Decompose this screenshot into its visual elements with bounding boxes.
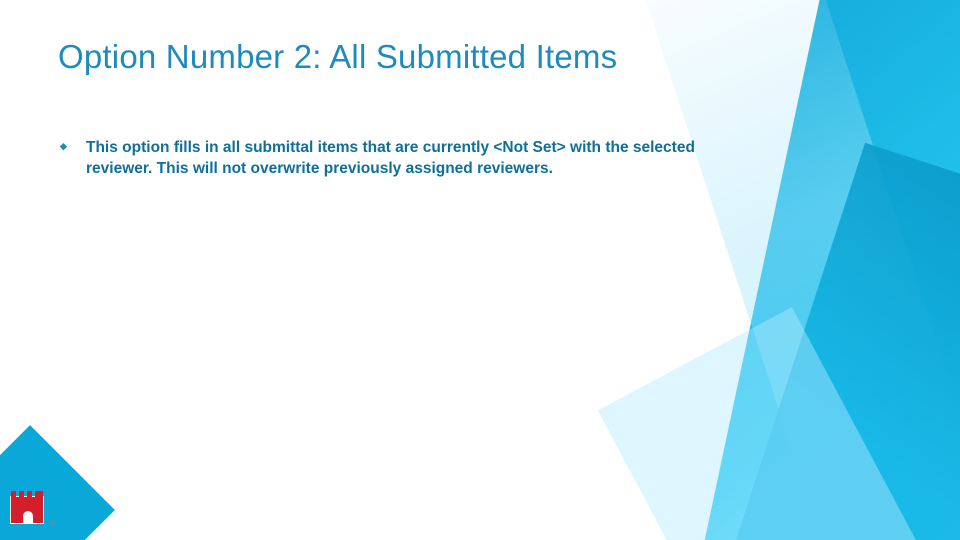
usace-castle-logo-icon <box>10 496 46 526</box>
facet-shard <box>711 143 960 540</box>
castle-icon <box>10 496 44 524</box>
slide-title: Option Number 2: All Submitted Items <box>58 38 820 76</box>
slide: Option Number 2: All Submitted Items Thi… <box>0 0 960 540</box>
facet-shard <box>598 307 942 540</box>
registered-mark: ® <box>50 519 56 528</box>
bullet-list: This option fills in all submittal items… <box>58 138 820 180</box>
slide-content: Option Number 2: All Submitted Items Thi… <box>0 0 960 180</box>
bullet-item: This option fills in all submittal items… <box>86 138 706 180</box>
